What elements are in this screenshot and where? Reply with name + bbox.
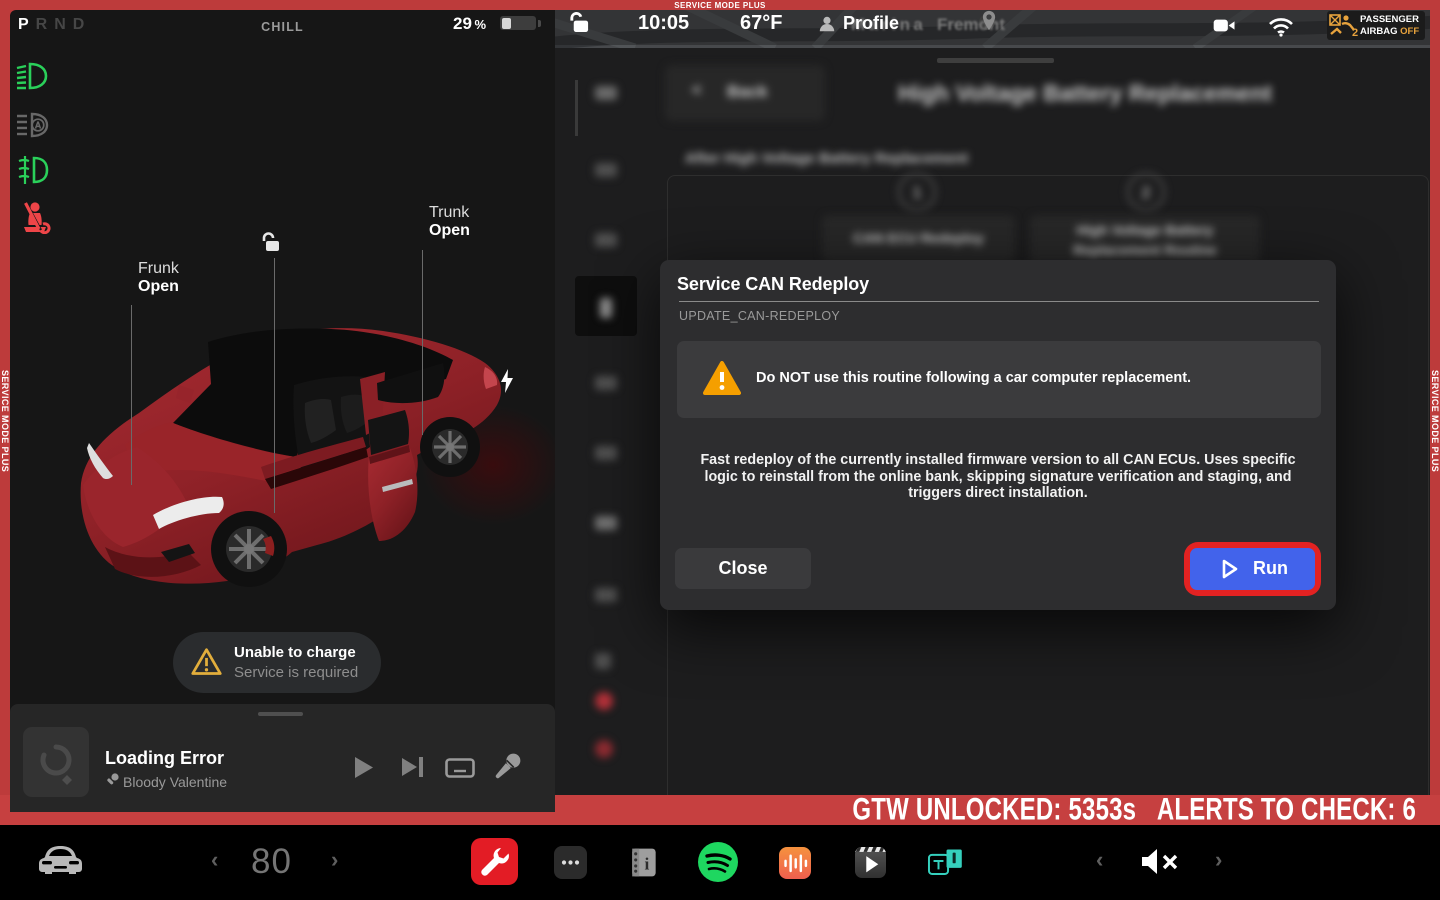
svg-text:i: i bbox=[645, 854, 650, 873]
svg-text:2: 2 bbox=[1352, 27, 1358, 38]
